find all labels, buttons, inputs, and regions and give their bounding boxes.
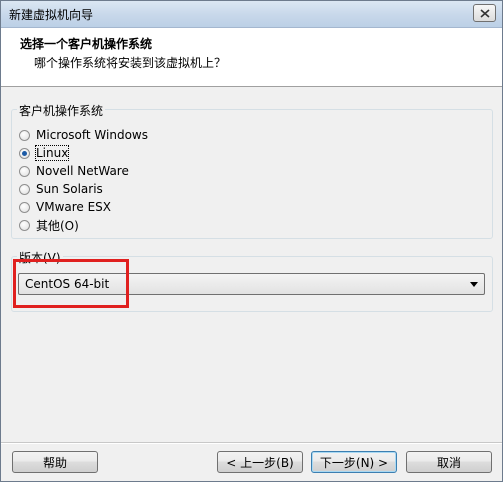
radio-button[interactable] (19, 129, 30, 141)
title-bar[interactable]: 新建虚拟机向导 (1, 1, 502, 28)
radio-button[interactable] (19, 201, 30, 213)
help-button[interactable]: 帮助 (12, 451, 98, 473)
wizard-header: 选择一个客户机操作系统 哪个操作系统将安装到该虚拟机上？ (1, 28, 502, 87)
os-option-label: Novell NetWare (36, 164, 129, 178)
os-option-novell-netware[interactable]: Novell NetWare (19, 163, 129, 179)
page-title: 选择一个客户机操作系统 (20, 37, 153, 51)
new-vm-wizard-window: 新建虚拟机向导 选择一个客户机操作系统 哪个操作系统将安装到该虚拟机上？ 客户机… (0, 0, 503, 482)
page-subtitle: 哪个操作系统将安装到该虚拟机上？ (34, 56, 227, 70)
footer-divider (1, 442, 502, 444)
close-button[interactable] (473, 4, 496, 22)
os-option-other[interactable]: 其他(O) (19, 217, 79, 233)
os-option-sun-solaris[interactable]: Sun Solaris (19, 181, 103, 197)
back-button[interactable]: < 上一步(B) (217, 451, 303, 473)
guest-os-group: 客户机操作系统 Microsoft Windows Linux Novell N… (11, 102, 493, 239)
guest-os-group-label: 客户机操作系统 (17, 102, 106, 119)
radio-button-selected[interactable] (19, 147, 30, 159)
os-option-label: VMware ESX (36, 200, 112, 214)
window-title: 新建虚拟机向导 (9, 8, 94, 22)
os-option-label: Linux (34, 145, 70, 161)
radio-button[interactable] (19, 219, 30, 231)
chevron-down-icon (470, 282, 478, 287)
os-option-label: 其他(O) (36, 218, 79, 233)
os-option-linux[interactable]: Linux (19, 145, 70, 161)
radio-button[interactable] (19, 165, 30, 177)
highlight-annotation-box (13, 259, 129, 308)
next-button[interactable]: 下一步(N) > (311, 451, 397, 473)
os-option-label: Sun Solaris (36, 182, 103, 196)
os-option-vmware-esx[interactable]: VMware ESX (19, 199, 111, 215)
os-option-label: Microsoft Windows (36, 128, 148, 142)
os-option-microsoft-windows[interactable]: Microsoft Windows (19, 127, 148, 143)
cancel-button[interactable]: 取消 (406, 451, 492, 473)
close-icon (479, 8, 490, 18)
radio-button[interactable] (19, 183, 30, 195)
